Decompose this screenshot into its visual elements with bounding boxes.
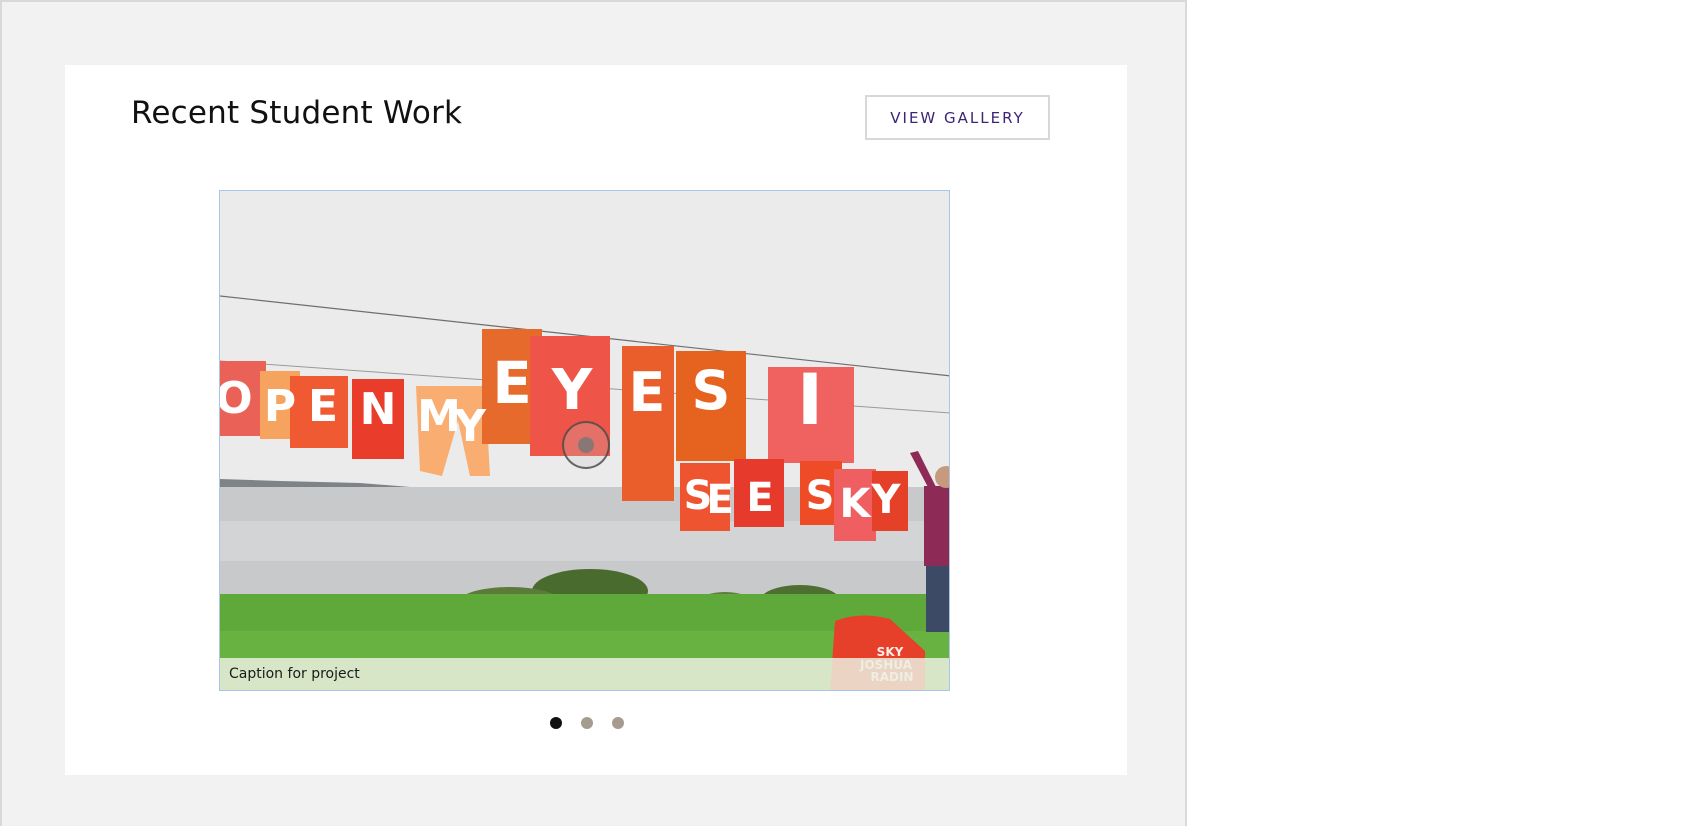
- page-frame: Recent Student Work VIEW GALLERY P E N M…: [0, 0, 1187, 826]
- svg-text:SKY: SKY: [877, 645, 904, 659]
- svg-text:N: N: [360, 384, 397, 435]
- carousel-dot-1[interactable]: [550, 717, 562, 729]
- svg-text:Y: Y: [871, 477, 902, 523]
- svg-text:S: S: [692, 359, 731, 422]
- drag-cursor-dot: [578, 437, 594, 453]
- caption-text: Caption for project: [229, 666, 360, 682]
- student-work-card: Recent Student Work VIEW GALLERY P E N M…: [65, 65, 1127, 775]
- svg-text:Y: Y: [453, 401, 487, 452]
- svg-text:E: E: [746, 475, 773, 521]
- svg-text:E: E: [706, 477, 733, 523]
- view-gallery-button[interactable]: VIEW GALLERY: [865, 95, 1050, 140]
- svg-text:K: K: [840, 481, 873, 527]
- svg-text:E: E: [629, 361, 666, 424]
- drag-cursor-indicator: [562, 421, 610, 469]
- svg-text:O: O: [220, 373, 253, 424]
- section-title: Recent Student Work: [131, 95, 463, 131]
- slide-caption: Caption for project: [220, 658, 949, 690]
- carousel-slide[interactable]: O P E N M Y E Y E S I: [219, 190, 950, 691]
- svg-text:S: S: [806, 473, 835, 519]
- svg-text:Y: Y: [551, 358, 594, 423]
- svg-text:E: E: [492, 349, 532, 417]
- carousel-pagination: [550, 717, 624, 731]
- svg-text:E: E: [308, 381, 338, 432]
- svg-text:P: P: [264, 381, 296, 432]
- carousel-dot-3[interactable]: [612, 717, 624, 729]
- svg-text:I: I: [797, 359, 823, 441]
- carousel-dot-2[interactable]: [581, 717, 593, 729]
